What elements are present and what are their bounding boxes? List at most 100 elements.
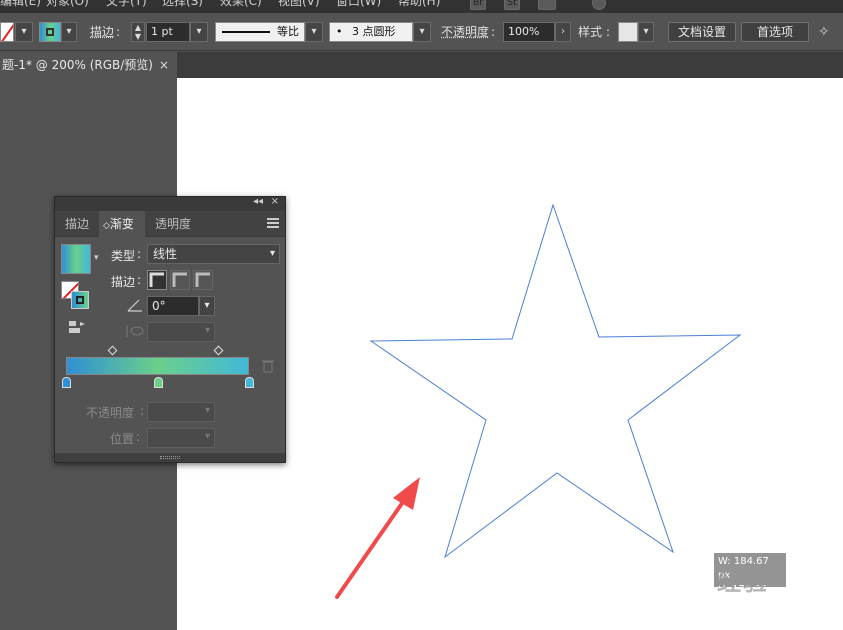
- menu-type[interactable]: 文字(T): [106, 0, 147, 9]
- stop-location-input: ▾: [147, 428, 215, 448]
- document-tab-title: 题-1* @ 200% (RGB/预览): [2, 58, 153, 72]
- document-tab[interactable]: 题-1* @ 200% (RGB/预览) ×: [0, 52, 177, 78]
- variable-width-profile[interactable]: 等比: [215, 22, 305, 42]
- menu-object[interactable]: 对象(O): [46, 0, 89, 9]
- gradient-presets-dropdown[interactable]: ▾: [94, 253, 99, 263]
- stroke-weight-dropdown[interactable]: ▾: [190, 22, 208, 42]
- graphic-style-swatch[interactable]: [618, 22, 638, 42]
- stroke-along-button[interactable]: [170, 270, 190, 290]
- gradient-stop-1[interactable]: [62, 377, 71, 388]
- red-arrow-annotation: [335, 477, 420, 599]
- profile-label: 等比: [277, 25, 299, 38]
- stop-opacity-input: ▾: [147, 402, 215, 422]
- type-label-colon: :: [137, 247, 142, 261]
- fill-dropdown[interactable]: ▾: [15, 22, 33, 42]
- opacity-input[interactable]: 100%: [503, 22, 555, 42]
- chevron-down-icon: ▾: [204, 405, 210, 416]
- document-tab-bar: 题-1* @ 200% (RGB/预览) ×: [0, 52, 843, 78]
- menu-effect[interactable]: 效果(C): [220, 0, 262, 9]
- stop-location-label: 位置: [110, 432, 135, 446]
- brush-label: 3 点圆形: [352, 25, 396, 38]
- brush-dot-icon: •: [336, 25, 343, 38]
- panel-close-icon[interactable]: ×: [271, 196, 279, 207]
- gradient-type-value: 线性: [153, 247, 178, 261]
- style-label: 样式: [578, 25, 603, 39]
- angle-input[interactable]: 0°: [147, 296, 199, 316]
- stroke-type-label-colon: :: [137, 273, 142, 287]
- angle-icon: [127, 298, 143, 312]
- document-setup-button[interactable]: 文档设置: [668, 22, 736, 42]
- opacity-label-colon: :: [491, 25, 496, 39]
- gradient-slider-area: [55, 345, 285, 389]
- stroke-weight-stepper[interactable]: ▲ ▼: [131, 22, 145, 42]
- stroke-swatch-dropdown[interactable]: ▾: [61, 22, 77, 42]
- gradient-preview-swatch[interactable]: [61, 244, 91, 274]
- stroke-weight-input[interactable]: 1 pt: [146, 22, 190, 42]
- gradient-slider[interactable]: [66, 357, 249, 375]
- menu-view[interactable]: 视图(V): [278, 0, 320, 9]
- panel-menu-icon[interactable]: [267, 218, 279, 228]
- trash-icon[interactable]: [262, 359, 274, 373]
- panel-tabs: 描边 ◇渐变 透明度: [55, 211, 285, 237]
- stop-opacity-label-colon: :: [140, 404, 145, 418]
- style-label-colon: :: [606, 25, 611, 39]
- stroke-gradient-swatch[interactable]: [71, 291, 89, 309]
- gpu-performance-icon[interactable]: [592, 0, 606, 10]
- watermark: 经验: [717, 568, 769, 596]
- control-bar: ▾ ▾ 描边 : ▲ ▼ 1 pt ▾ 等比 ▾ • 3 点圆形 ▾ 不透明度 :…: [0, 13, 843, 51]
- gradient-midpoint-1[interactable]: [107, 345, 118, 356]
- fill-none-icon[interactable]: [0, 22, 14, 42]
- opacity-label[interactable]: 不透明度: [441, 22, 489, 42]
- chevron-down-icon: ▾: [204, 431, 210, 442]
- stock-button[interactable]: St: [504, 0, 520, 10]
- tab-gradient[interactable]: ◇渐变: [99, 211, 145, 237]
- chevron-down-icon: ▾: [269, 248, 275, 259]
- aspect-ratio-icon: [125, 324, 145, 338]
- type-label: 类型: [111, 249, 136, 263]
- profile-dropdown[interactable]: ▾: [305, 22, 323, 42]
- stroke-label[interactable]: 描边: [90, 22, 114, 42]
- bridge-button[interactable]: Br: [470, 0, 486, 10]
- angle-dropdown[interactable]: ▾: [199, 296, 215, 316]
- preferences-button[interactable]: 首选项: [741, 22, 809, 42]
- stroke-square-icon: [76, 296, 84, 304]
- gradient-stop-2[interactable]: [153, 377, 163, 388]
- menu-bar: 编辑(E) 对象(O) 文字(T) 选择(S) 效果(C) 视图(V) 窗口(W…: [0, 0, 843, 13]
- tab-gradient-label: 渐变: [109, 217, 134, 231]
- menu-help[interactable]: 帮助(H): [398, 0, 440, 9]
- aspect-ratio-input: ▾: [147, 322, 215, 342]
- tab-stroke[interactable]: 描边: [55, 211, 99, 237]
- arrange-documents-icon[interactable]: ✧: [818, 22, 838, 42]
- gradient-midpoint-2[interactable]: [213, 345, 224, 356]
- panel-resize-grip[interactable]: [55, 453, 285, 462]
- stroke-swatch-icon: [46, 28, 54, 36]
- gradient-panel: ◂◂ × 描边 ◇渐变 透明度 ▾ 类型 : 线性 ▾ 描边 : 0° ▾ ▾ …: [54, 196, 286, 463]
- chevron-down-icon: ▾: [204, 325, 210, 336]
- gradient-type-select[interactable]: 线性 ▾: [147, 244, 280, 264]
- style-dropdown[interactable]: ▾: [638, 22, 654, 42]
- stop-opacity-label: 不透明度: [86, 406, 135, 420]
- grip-icon: [160, 456, 180, 459]
- brush-definition[interactable]: • 3 点圆形: [329, 22, 413, 42]
- tab-transparency[interactable]: 透明度: [147, 211, 207, 237]
- stroke-swatch[interactable]: [39, 22, 61, 42]
- close-icon[interactable]: ×: [159, 52, 169, 78]
- menu-window[interactable]: 窗口(W): [336, 0, 381, 9]
- menu-edit[interactable]: 编辑(E): [0, 0, 41, 9]
- gradient-stop-3[interactable]: [245, 377, 254, 388]
- stroke-across-button[interactable]: [193, 270, 213, 290]
- stop-location-label-colon: :: [136, 430, 141, 444]
- brush-dropdown[interactable]: ▾: [413, 22, 431, 42]
- menu-select[interactable]: 选择(S): [162, 0, 203, 9]
- star-shape[interactable]: [369, 203, 742, 559]
- workspace-layout-icon[interactable]: [538, 0, 556, 10]
- stroke-label-colon: :: [116, 25, 121, 39]
- collapse-icon[interactable]: ◂◂: [253, 196, 263, 207]
- tab-options-icon: ◇: [103, 221, 110, 231]
- panel-header[interactable]: ◂◂ ×: [55, 196, 285, 211]
- reverse-gradient-icon[interactable]: [69, 321, 85, 333]
- stroke-type-label: 描边: [111, 275, 136, 289]
- profile-line-icon: [222, 31, 270, 33]
- stroke-within-button[interactable]: [147, 270, 167, 290]
- opacity-arrow[interactable]: ›: [555, 22, 571, 42]
